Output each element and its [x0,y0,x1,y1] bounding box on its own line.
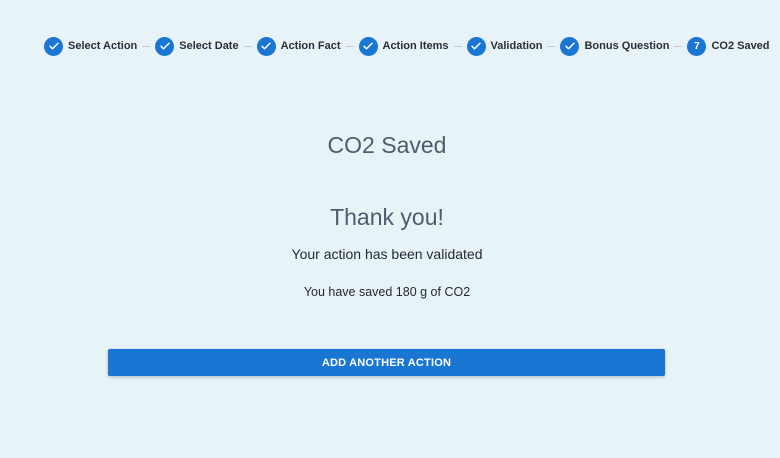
step-connector [243,45,252,47]
step-connector [345,45,354,47]
step-connector [142,45,151,47]
step-select-date[interactable]: Select Date [155,35,239,57]
step-label: CO2 Saved [711,40,770,52]
check-icon [155,36,175,56]
step-label: Action Items [382,40,449,52]
check-icon [358,36,378,56]
step-number-badge: 7 [687,36,707,56]
page-title: CO2 Saved [327,132,447,158]
step-label: Bonus Question [584,40,670,52]
step-number: 7 [694,40,700,52]
stepper: Select Action Select Date Action Fact Ac… [44,35,770,57]
step-connector [453,45,462,47]
step-co2-saved: 7 CO2 Saved [687,35,770,57]
thank-you-heading: Thank you! [330,204,444,230]
check-icon [256,36,276,56]
add-another-action-button[interactable]: ADD ANOTHER ACTION [108,349,665,376]
step-validation[interactable]: Validation [466,35,543,57]
step-label: Select Date [179,40,239,52]
validated-message: Your action has been validated [291,246,483,262]
step-action-items[interactable]: Action Items [358,35,449,57]
step-label: Select Action [68,40,138,52]
check-icon [560,36,580,56]
step-bonus-question[interactable]: Bonus Question [560,35,669,57]
co2-saved-message: You have saved 180 g of CO2 [303,285,471,299]
step-label: Validation [490,40,543,52]
step-connector [674,45,683,47]
step-connector [547,45,556,47]
check-icon [466,36,486,56]
step-select-action[interactable]: Select Action [44,35,137,57]
step-label: Action Fact [280,40,341,52]
check-icon [44,36,63,56]
step-action-fact[interactable]: Action Fact [256,35,341,57]
